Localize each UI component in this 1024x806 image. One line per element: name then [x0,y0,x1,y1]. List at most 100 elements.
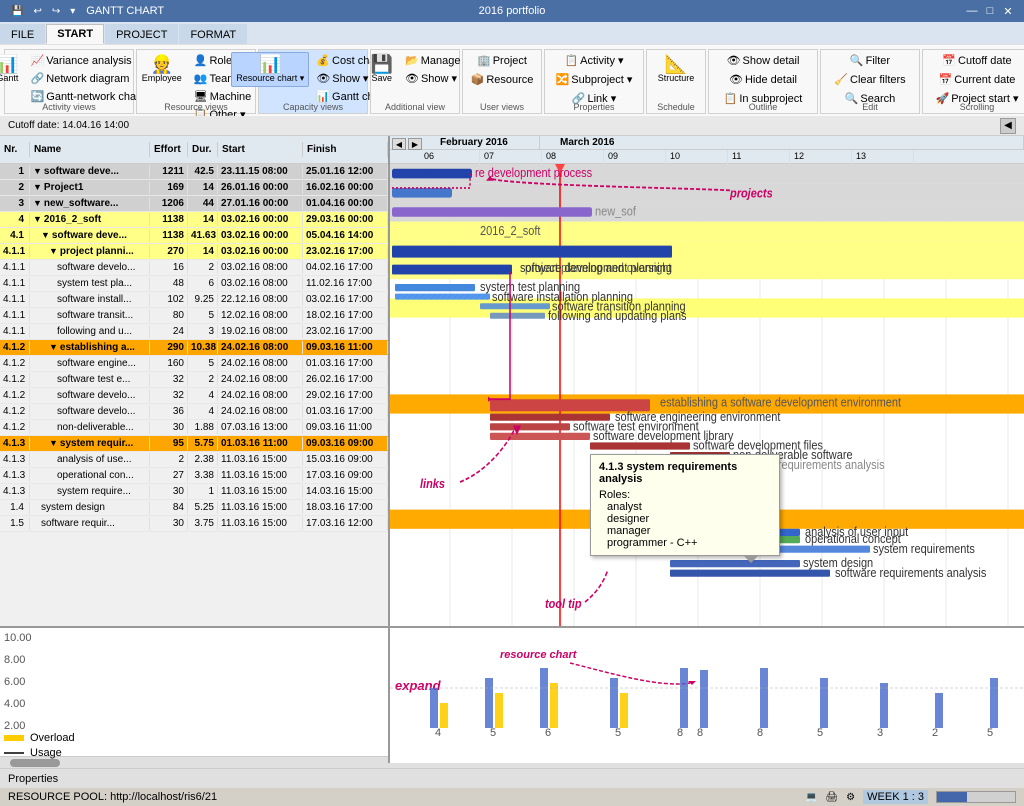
table-row[interactable]: 4.1.2 software develo... 32 4 24.02.16 0… [0,388,388,404]
center-title: 2016 portfolio [479,5,546,17]
network-diagram-button[interactable]: 🔗 Network diagram [27,70,147,87]
schedule-label: Schedule [647,102,705,112]
resource-button[interactable]: 📦 Resource [467,71,538,88]
structure-button[interactable]: 📐 Structure [653,52,700,86]
title-bar: 💾 ↩ ↪ ▾ GANTT CHART 2016 portfolio — □ ✕ [0,0,1024,22]
save-button[interactable]: 💾 [8,5,26,18]
table-row[interactable]: 4.1.2 software engine... 160 5 24.02.16 … [0,356,388,372]
svg-text:new_sof: new_sof [595,204,636,219]
table-row[interactable]: 4.1.2 non-deliverable... 30 1.88 07.03.1… [0,420,388,436]
ribbon-group-outline: 👁 Show detail 👁 Hide detail 📋 In subproj… [708,49,818,114]
table-row[interactable]: 4.1.3 analysis of use... 2 2.38 11.03.16… [0,452,388,468]
overload-color [4,735,24,741]
nav-left-button[interactable]: ◀ [392,138,406,150]
y-label-8: 8.00 [4,654,384,666]
table-row[interactable]: 4.1.1 software install... 102 9.25 22.12… [0,292,388,308]
y-label-2: 2.00 [4,720,384,732]
maximize-button[interactable]: □ [982,3,998,19]
employee-view-button[interactable]: 👷 Employee [137,52,187,86]
resource-chart-icon: 📊 [259,55,281,73]
show-detail-button[interactable]: 👁 Show detail [723,52,804,69]
activity-views-label: Activity views [5,102,133,112]
cell-dur: 42.5 [188,165,218,178]
table-row[interactable]: 1.5 software requir... 30 3.75 11.03.16 … [0,516,388,532]
activity-button[interactable]: 📋 Activity ▾ [560,52,627,69]
svg-text:software development planning: software development planning [520,260,672,275]
filter-icon: 🔍 [850,54,864,67]
svg-text:projects: projects [729,186,773,201]
tab-format[interactable]: FORMAT [179,24,247,44]
collapse-left-button[interactable]: ◀ [1000,118,1016,134]
resource-chart-button[interactable]: 📊 Resource chart ▾ [231,52,309,87]
qa-dropdown-button[interactable]: ▾ [67,5,78,18]
table-row[interactable]: 4.1.2 software develo... 36 4 24.02.16 0… [0,404,388,420]
ribbon-group-user-views: 🏢 Project 📦 Resource User views [462,49,542,114]
resource-icon: 📦 [471,73,485,86]
clear-filters-button[interactable]: 🧹 Clear filters [830,71,909,88]
header-start: Start [218,142,303,157]
undo-button[interactable]: ↩ [30,5,44,18]
ribbon-group-properties: 📋 Activity ▾ 🔀 Subproject ▾ 🔗 Link ▾ Pro… [544,49,644,114]
usage-label: Usage [30,747,62,759]
cutoff-bar: Cutoff date: 14.04.16 14:00 ◀ [0,116,1024,136]
table-row[interactable]: 4.1.3 ▼system requir... 95 5.75 01.03.16… [0,436,388,452]
save-main-button[interactable]: 💾 Save [366,52,398,86]
minimize-button[interactable]: — [964,3,980,19]
edit-label: Edit [821,102,919,112]
tooltip-tail [743,555,759,563]
nav-right-button[interactable]: ▶ [408,138,422,150]
table-row[interactable]: 4.1.1 following and u... 24 3 19.02.16 0… [0,324,388,340]
current-date-button[interactable]: 📅 Current date [935,71,1020,88]
gantt-bars-area: re development process new_sof projects … [390,164,1024,626]
cell-finish: 25.01.16 12:00 [303,165,388,178]
show-view-button[interactable]: 👁 Show ▾ [401,70,464,87]
svg-text:5: 5 [490,727,496,739]
table-row[interactable]: 2 ▼Project1 169 14 26.01.16 00:00 16.02.… [0,180,388,196]
user-views-label: User views [463,102,541,112]
cell-effort: 1211 [150,165,188,178]
manage-button[interactable]: 📂 Manage [401,52,464,69]
table-row[interactable]: 4.1 ▼software deve... 1138 41.63 03.02.1… [0,228,388,244]
cutoff-date-button[interactable]: 📅 Cutoff date [938,52,1015,69]
table-row[interactable]: 4.1.2 ▼establishing a... 290 10.38 24.02… [0,340,388,356]
table-row[interactable]: 3 ▼new_software... 1206 44 27.01.16 00:0… [0,196,388,212]
y-label-10: 10.00 [4,632,384,644]
table-row[interactable]: 4.1.1 ▼project planni... 270 14 03.02.16… [0,244,388,260]
window-controls: — □ ✕ [964,3,1016,19]
subproject-button[interactable]: 🔀 Subproject ▾ [552,71,637,88]
variance-analysis-button[interactable]: 📈 Variance analysis [27,52,147,69]
scrollbar-thumb[interactable] [10,759,60,767]
expand-icon[interactable]: ▼ [33,166,42,176]
table-row[interactable]: 1.4 system design 84 5.25 11.03.16 15:00… [0,500,388,516]
gantt-view-button[interactable]: 📊 Gantt [0,52,24,86]
svg-text:2: 2 [932,727,938,739]
table-row[interactable]: 4.1.1 software develo... 16 2 03.02.16 0… [0,260,388,276]
variance-icon: 📈 [31,54,45,67]
table-row[interactable]: 4.1.3 operational con... 27 3.38 11.03.1… [0,468,388,484]
resource-annotations: resource chart 4 5 6 5 [390,628,1024,763]
table-row[interactable]: 4.1.2 software test e... 32 2 24.02.16 0… [0,372,388,388]
svg-text:4: 4 [435,727,441,739]
subproject-icon: 🔀 [556,73,570,86]
tab-project[interactable]: PROJECT [105,24,178,44]
quick-access-toolbar: 💾 ↩ ↪ ▾ [8,5,78,18]
team-icon: 👥 [194,72,208,85]
tab-file[interactable]: FILE [0,24,45,44]
table-row[interactable]: 4.1.1 software transit... 80 5 12.02.16 … [0,308,388,324]
table-row[interactable]: 4 ▼2016_2_soft 1138 14 03.02.16 00:00 29… [0,212,388,228]
filter-button[interactable]: 🔍 Filter [846,52,894,69]
redo-button[interactable]: ↪ [49,5,63,18]
close-button[interactable]: ✕ [1000,3,1016,19]
tab-start[interactable]: START [46,24,104,44]
table-row[interactable]: 1 ▼software deve... 1211 42.5 23.11.15 0… [0,164,388,180]
table-row[interactable]: 4.1.3 system require... 30 1 11.03.16 15… [0,484,388,500]
project-button[interactable]: 🏢 Project [473,52,531,69]
hide-detail-button[interactable]: 👁 Hide detail [725,71,801,88]
header-effort: Effort [150,142,188,157]
week-10: 10 [666,150,728,164]
overload-label: Overload [30,732,75,744]
table-row[interactable]: 4.1.1 system test pla... 48 6 03.02.16 0… [0,276,388,292]
header-dur: Dur. [188,142,218,157]
structure-icon: 📐 [665,55,687,73]
header-nr: Nr. [0,142,30,157]
